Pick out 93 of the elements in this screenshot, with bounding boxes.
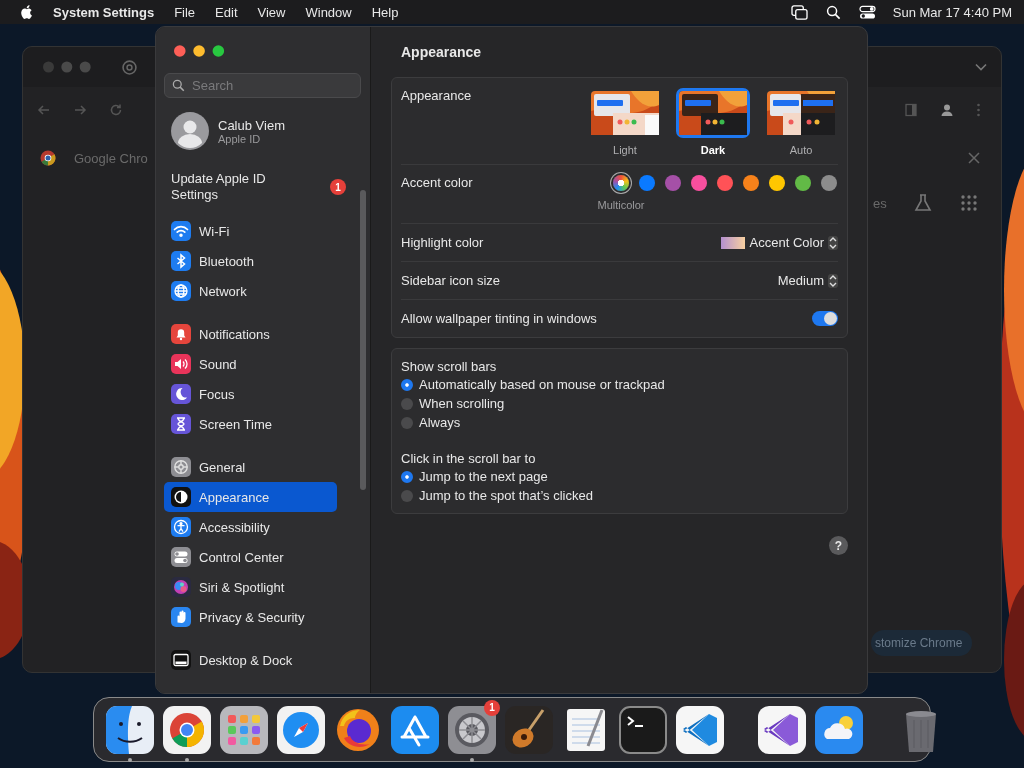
sidebar-item[interactable]: Siri & Spotlight xyxy=(164,572,337,602)
radio-button[interactable] xyxy=(401,470,413,483)
accent-color-swatch[interactable] xyxy=(639,175,655,191)
appearance-option[interactable]: Light xyxy=(588,88,662,156)
control-center-icon[interactable] xyxy=(858,4,876,20)
app-store-icon[interactable] xyxy=(391,705,439,754)
face-icon[interactable] xyxy=(106,705,154,754)
popup-button[interactable]: Medium xyxy=(777,273,838,288)
accent-color-swatch[interactable] xyxy=(717,175,733,191)
sidebar-item[interactable]: Focus xyxy=(164,379,337,409)
close-icon[interactable] xyxy=(967,151,981,165)
terminal-icon[interactable] xyxy=(619,705,667,754)
window-title: Appearance xyxy=(400,43,483,62)
menu-item[interactable]: Window xyxy=(305,4,352,20)
radio-label[interactable]: Jump to the next page xyxy=(419,469,548,484)
radio-button[interactable] xyxy=(401,397,413,410)
menu-bar-clock[interactable]: Sun Mar 17 4:40 PM xyxy=(892,4,1012,20)
group-title: Show scroll bars xyxy=(401,358,498,375)
shortcut-label: es xyxy=(873,195,887,211)
accent-color-swatch[interactable] xyxy=(691,175,707,191)
scroll-bar[interactable] xyxy=(360,190,366,490)
gradient-swatch xyxy=(720,236,745,249)
menu-item[interactable]: Edit xyxy=(215,4,238,20)
toggle-switch[interactable] xyxy=(812,311,838,326)
sidebar-item[interactable]: General xyxy=(164,452,337,482)
update-link[interactable]: Update Apple ID Settings xyxy=(171,171,301,203)
accent-color-swatch[interactable] xyxy=(769,175,785,191)
weather-icon[interactable] xyxy=(815,705,863,754)
help-button[interactable]: ? xyxy=(829,536,848,555)
sidebar-item[interactable]: Desktop & Dock xyxy=(164,645,337,675)
account-name[interactable]: Calub Viem xyxy=(218,117,285,133)
sidebar-item[interactable]: Bluetooth xyxy=(164,246,337,276)
accent-color-swatch[interactable] xyxy=(665,175,681,191)
accent-color-swatch[interactable] xyxy=(821,175,837,191)
flask-icon[interactable] xyxy=(912,193,933,213)
screen-mirroring-icon[interactable] xyxy=(790,4,808,20)
avatar[interactable] xyxy=(171,112,209,150)
updown-chevron-icon xyxy=(828,235,838,250)
sidebar-item[interactable]: Accessibility xyxy=(164,512,337,542)
gear-icon[interactable] xyxy=(448,705,496,754)
search-icon[interactable] xyxy=(824,4,842,20)
guitar-icon[interactable] xyxy=(505,705,553,754)
menu-item[interactable]: File xyxy=(174,4,196,20)
browser-tab-icon[interactable] xyxy=(122,59,137,75)
sidebar-item[interactable]: Privacy & Security xyxy=(164,602,337,632)
sidebar-item[interactable]: Notifications xyxy=(164,319,337,349)
compass-icon[interactable] xyxy=(277,705,325,754)
sidebar-item[interactable]: Screen Time xyxy=(164,409,337,439)
account-subtitle: Apple ID xyxy=(218,132,262,145)
sidebar-item[interactable]: Sound xyxy=(164,349,337,379)
sidebar-item[interactable]: Control Center xyxy=(164,542,337,572)
app-grid-icon[interactable] xyxy=(958,193,979,213)
search-icon xyxy=(172,79,185,92)
apple-icon[interactable] xyxy=(20,4,33,20)
browser-icon[interactable] xyxy=(163,705,211,754)
group-title: Click in the scroll bar to xyxy=(401,450,537,467)
window-preview-icon xyxy=(679,91,747,135)
popup-button[interactable]: Accent Color xyxy=(749,235,838,250)
accent-color-swatch[interactable] xyxy=(613,175,629,191)
app-menu[interactable]: System Settings xyxy=(53,4,155,20)
radio-button[interactable] xyxy=(401,489,413,502)
window-preview-icon xyxy=(591,91,659,135)
sidebar-item[interactable]: Appearance xyxy=(164,482,337,512)
updown-chevron-icon xyxy=(828,273,838,288)
code-editor-icon[interactable] xyxy=(758,705,806,754)
sidebar-item[interactable]: Network xyxy=(164,276,337,306)
code-editor-icon[interactable] xyxy=(676,705,724,754)
menu-item[interactable]: View xyxy=(257,4,286,20)
accent-color-swatch[interactable] xyxy=(795,175,811,191)
window-preview-icon xyxy=(767,91,835,135)
menu-item[interactable]: Help xyxy=(371,4,399,20)
radio-label[interactable]: When scrolling xyxy=(419,396,505,411)
radio-label[interactable]: Jump to the spot that’s clicked xyxy=(419,488,593,503)
notification-badge: 1 xyxy=(484,699,500,716)
browser-logo-icon xyxy=(40,150,56,166)
radio-button[interactable] xyxy=(401,416,413,429)
swatch-caption: Multicolor xyxy=(597,199,645,211)
radio-button[interactable] xyxy=(401,378,413,391)
app-grid-icon[interactable] xyxy=(220,705,268,754)
profile-icon[interactable] xyxy=(940,103,954,117)
sidebar-item[interactable]: Wi-Fi xyxy=(164,216,337,246)
notification-badge: 1 xyxy=(330,179,346,195)
setting-label: Highlight color xyxy=(401,235,484,250)
radio-label[interactable]: Automatically based on mouse or trackpad xyxy=(419,377,665,392)
search-field[interactable]: Search xyxy=(164,73,361,98)
setting-label: Accent color xyxy=(401,175,473,190)
setting-label: Allow wallpaper tinting in windows xyxy=(401,311,597,326)
chevron-down-icon[interactable] xyxy=(975,63,987,71)
radio-label[interactable]: Always xyxy=(419,415,461,430)
appearance-option[interactable]: Auto xyxy=(764,88,838,156)
accent-color-swatch[interactable] xyxy=(743,175,759,191)
setting-label: Appearance xyxy=(401,88,472,103)
setting-label: Sidebar icon size xyxy=(401,273,500,288)
